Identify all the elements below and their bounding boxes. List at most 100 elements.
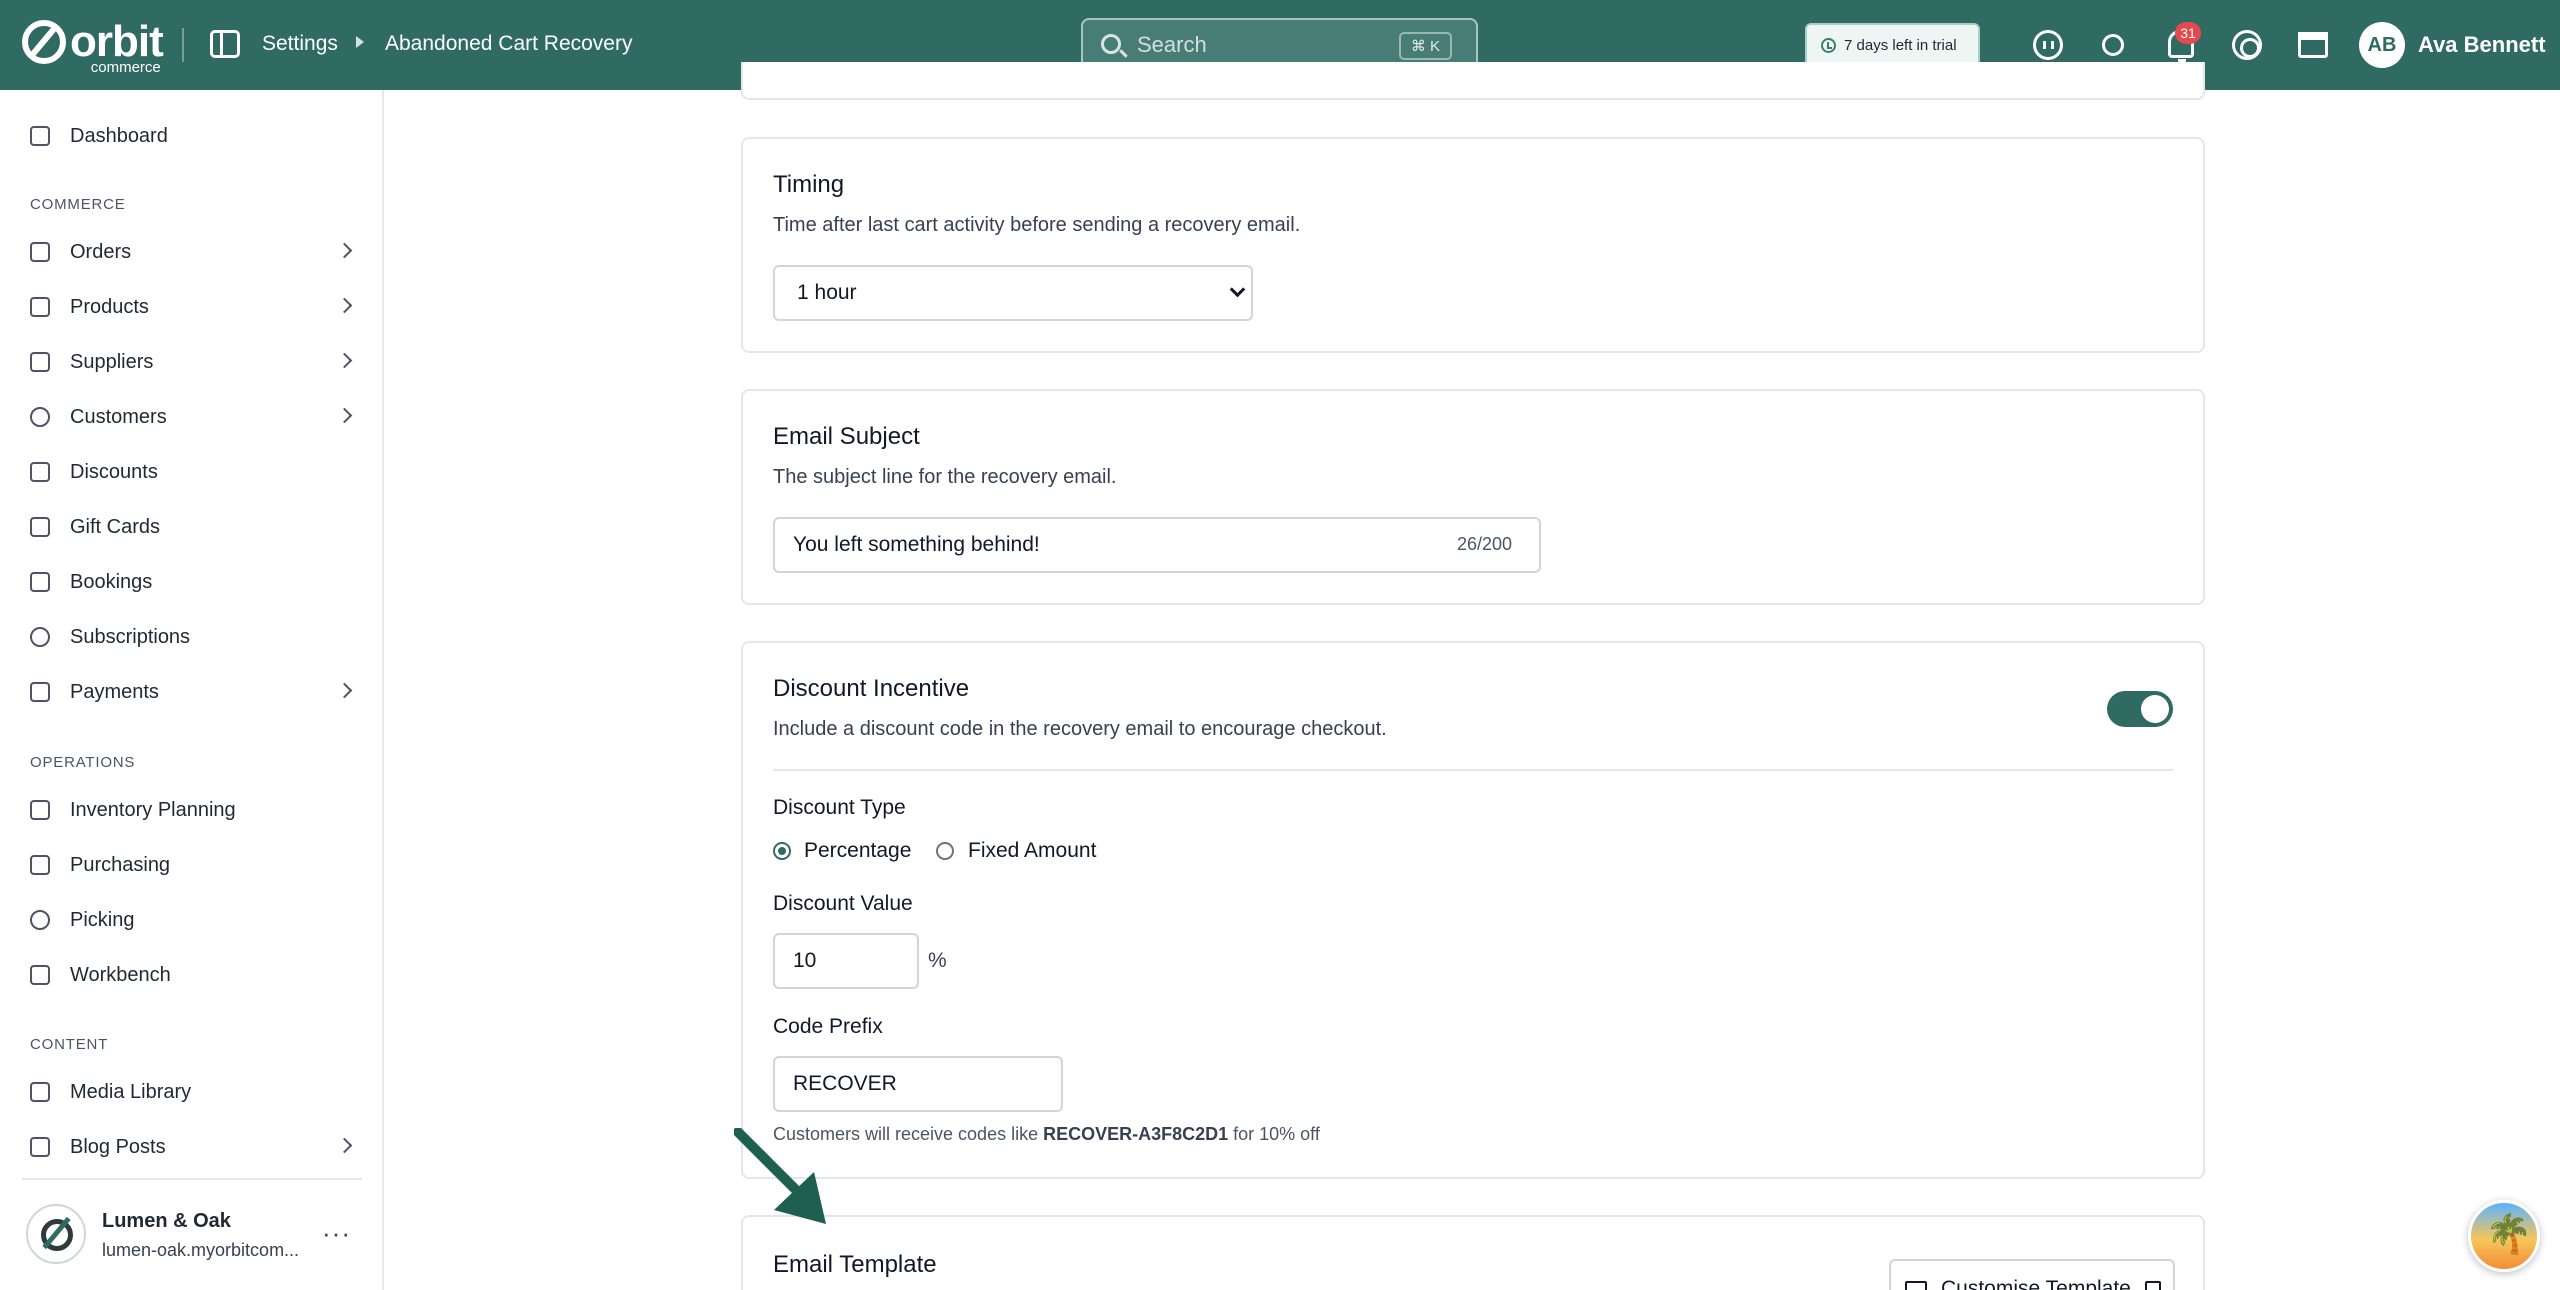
email-subject-title: Email Subject <box>773 423 920 450</box>
code-example-helper: Customers will receive codes like RECOVE… <box>773 1124 1320 1144</box>
timing-title: Timing <box>773 171 845 198</box>
divider <box>773 769 2173 771</box>
example-code: RECOVER-A3F8C2D1 <box>1043 1124 1229 1144</box>
user-name[interactable]: Ava Bennett <box>2418 32 2546 58</box>
timing-description: Time after last cart activity before sen… <box>773 214 1301 236</box>
store-logo-icon <box>26 1204 86 1264</box>
sidebar-item-payments[interactable]: Payments <box>30 672 360 712</box>
radio-percentage[interactable] <box>773 842 791 860</box>
orders-icon <box>30 242 50 262</box>
sidebar-item-gift-cards[interactable]: Gift Cards <box>30 507 360 547</box>
sidebar-item-discounts[interactable]: Discounts <box>30 452 360 492</box>
clock-icon <box>1821 37 1836 53</box>
code-prefix-label: Code Prefix <box>773 1015 883 1038</box>
assistant-icon[interactable] <box>2033 30 2063 60</box>
cart-icon <box>30 855 50 875</box>
box-icon <box>30 297 50 317</box>
users-icon <box>30 407 50 427</box>
radio-percentage-label[interactable]: Percentage <box>804 839 911 863</box>
pin-icon <box>30 910 50 930</box>
sidebar-item-purchasing[interactable]: Purchasing <box>30 845 360 885</box>
cube-icon <box>30 965 50 985</box>
search-icon <box>1101 34 1121 54</box>
gift-icon <box>30 517 50 537</box>
sidebar-item-customers[interactable]: Customers <box>30 397 360 437</box>
sidebar-toggle-icon[interactable] <box>210 30 240 58</box>
header-divider <box>182 28 184 62</box>
help-lifebuoy-icon[interactable] <box>2232 30 2262 60</box>
refresh-icon <box>30 627 50 647</box>
store-switcher[interactable]: Lumen & Oak lumen-oak.myorbitcom... ··· <box>22 1178 362 1288</box>
email-subject-card: Email Subject The subject line for the r… <box>741 389 2205 605</box>
percent-unit: % <box>928 949 947 972</box>
search-input[interactable] <box>1137 30 1387 60</box>
discount-incentive-card: Discount Incentive Include a discount co… <box>741 641 2205 1179</box>
section-label-commerce: COMMERCE <box>30 196 126 213</box>
clipboard-icon <box>30 800 50 820</box>
sidebar-item-suppliers[interactable]: Suppliers <box>30 342 360 382</box>
theme-sun-icon[interactable] <box>2102 34 2124 56</box>
pointer-arrow-icon <box>734 1128 826 1224</box>
discount-value-input[interactable] <box>773 933 919 989</box>
timing-card: Timing Time after last cart activity bef… <box>741 137 2205 353</box>
radio-fixed-amount-label[interactable]: Fixed Amount <box>968 839 1096 863</box>
orbit-logo[interactable]: orbit commerce <box>22 17 164 75</box>
email-template-title: Email Template <box>773 1251 937 1278</box>
orbit-logo-icon <box>22 20 66 64</box>
sidebar-item-workbench[interactable]: Workbench <box>30 955 360 995</box>
email-template-card: Email Template Customise Template <box>741 1215 2205 1290</box>
email-subject-description: The subject line for the recovery email. <box>773 466 1117 488</box>
sidebar-item-bookings[interactable]: Bookings <box>30 562 360 602</box>
credit-card-icon <box>30 682 50 702</box>
sidebar-item-dashboard[interactable]: Dashboard <box>30 116 360 156</box>
sidebar-item-inventory-planning[interactable]: Inventory Planning <box>30 790 360 830</box>
email-subject-input[interactable] <box>773 517 1541 573</box>
external-link-icon <box>2144 1281 2161 1290</box>
discount-description: Include a discount code in the recovery … <box>773 718 1387 740</box>
breadcrumb-separator-icon <box>356 36 364 48</box>
dashboard-icon <box>30 126 50 146</box>
discount-title: Discount Incentive <box>773 675 970 702</box>
sidebar-item-picking[interactable]: Picking <box>30 900 360 940</box>
notification-badge: 31 <box>2175 22 2201 44</box>
chevron-right-icon <box>336 297 353 314</box>
discount-value-label: Discount Value <box>773 892 913 915</box>
chevron-right-icon <box>336 682 353 699</box>
sidebar-item-blog-posts[interactable]: Blog Posts <box>30 1127 360 1167</box>
chevron-right-icon <box>336 352 353 369</box>
customise-template-button[interactable]: Customise Template <box>1889 1259 2175 1290</box>
section-label-operations: OPERATIONS <box>30 754 136 771</box>
section-label-content: CONTENT <box>30 1036 109 1053</box>
sidebar-item-products[interactable]: Products <box>30 287 360 327</box>
more-options-icon[interactable]: ··· <box>322 1218 351 1249</box>
timing-select[interactable]: 1 hour <box>773 265 1253 321</box>
code-prefix-input[interactable] <box>773 1056 1063 1112</box>
store-name: Lumen & Oak <box>102 1210 231 1232</box>
breadcrumb-settings[interactable]: Settings <box>262 32 338 56</box>
chevron-right-icon <box>336 407 353 424</box>
search-shortcut: ⌘ K <box>1398 32 1452 60</box>
discount-type-label: Discount Type <box>773 796 906 819</box>
sidebar-item-subscriptions[interactable]: Subscriptions <box>30 617 360 657</box>
image-icon <box>30 1082 50 1102</box>
avatar[interactable]: AB <box>2359 22 2405 68</box>
logo-wordmark: orbit <box>70 17 164 66</box>
trial-badge[interactable]: 7 days left in trial <box>1805 23 1980 67</box>
sidebar-item-orders[interactable]: Orders <box>30 232 360 272</box>
previous-card <box>741 62 2205 100</box>
chevron-right-icon <box>336 242 353 259</box>
sidebar: Dashboard COMMERCE Orders Products Suppl… <box>0 90 384 1290</box>
breadcrumb-current: Abandoned Cart Recovery <box>385 32 633 55</box>
storefront-icon[interactable] <box>2298 32 2328 58</box>
document-icon <box>30 1137 50 1157</box>
radio-fixed-amount[interactable] <box>936 842 954 860</box>
timing-select-value: 1 hour <box>797 281 857 304</box>
tag-icon <box>30 462 50 482</box>
discount-toggle[interactable] <box>2107 691 2173 727</box>
chevron-down-icon <box>1229 281 1246 298</box>
mail-icon <box>1905 1281 1927 1290</box>
assistant-avatar-button[interactable] <box>2468 1200 2540 1272</box>
building-icon <box>30 352 50 372</box>
trial-text: 7 days left in trial <box>1844 36 1957 54</box>
sidebar-item-media-library[interactable]: Media Library <box>30 1072 360 1112</box>
